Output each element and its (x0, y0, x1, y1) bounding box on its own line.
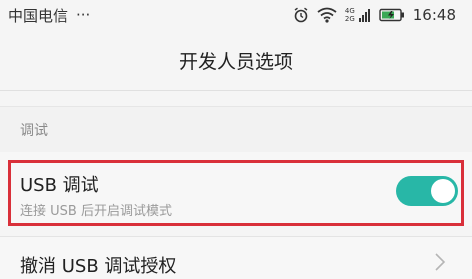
title-divider (0, 90, 472, 91)
status-right: 4G 2G 16:48 (293, 6, 456, 24)
section-header-debugging: 调试 (0, 106, 472, 152)
battery-charging-icon (379, 7, 405, 23)
section-label: 调试 (20, 122, 48, 139)
wifi-icon (317, 7, 337, 23)
signal-icon (358, 7, 371, 23)
status-bar: 中国电信 ··· 4G 2G 16:48 (0, 0, 472, 30)
carrier-name: 中国电信 (8, 6, 69, 25)
chevron-right-icon (434, 252, 446, 276)
more-notifications-icon: ··· (76, 6, 91, 24)
network-type-labels: 4G 2G (345, 7, 355, 23)
toggle-knob (431, 179, 455, 203)
status-left: 中国电信 ··· (8, 5, 90, 26)
usb-debugging-toggle[interactable] (396, 176, 458, 206)
clock-time: 16:48 (412, 6, 456, 24)
usb-debugging-subtitle: 连接 USB 后开启调试模式 (20, 204, 172, 219)
usb-debugging-title: USB 调试 (20, 175, 99, 196)
network-4g-label: 4G (344, 7, 355, 15)
alarm-icon (293, 7, 309, 23)
page-title-bar: 开发人员选项 (0, 30, 472, 90)
revoke-usb-authorization-label: 撤消 USB 调试授权 (20, 256, 177, 277)
network-2g-label: 2G (344, 15, 355, 23)
page-title: 开发人员选项 (178, 50, 293, 73)
